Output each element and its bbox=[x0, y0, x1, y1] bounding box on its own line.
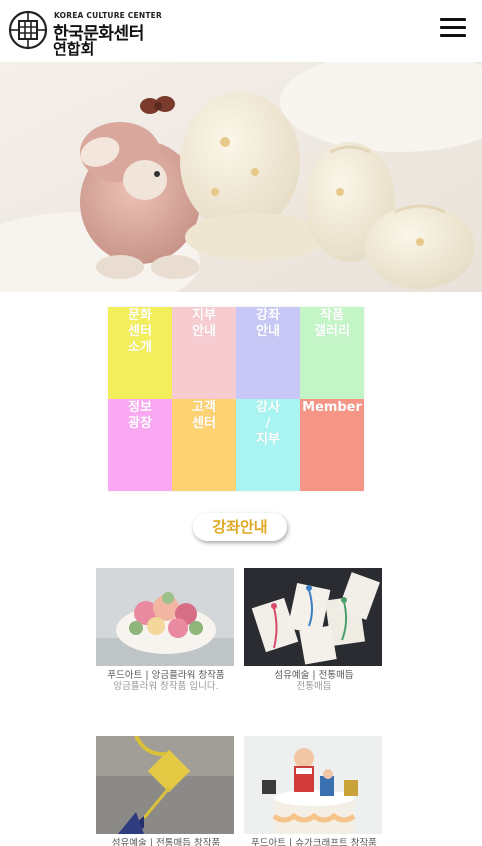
menu-tile[interactable]: 정보 광장 bbox=[108, 399, 172, 491]
knot-bookmarks-image bbox=[244, 568, 382, 666]
product-card[interactable]: 섬유예술 | 전통매듭 전통매듭 bbox=[244, 568, 384, 692]
sugarcraft-cake-image bbox=[244, 736, 382, 834]
site-logo[interactable]: KOREA CULTURE CENTER 한국문화센터 연합회 bbox=[8, 10, 168, 58]
flower-cake-image bbox=[96, 568, 234, 666]
hero-image bbox=[0, 62, 482, 292]
logo-emblem-icon bbox=[8, 10, 48, 50]
hero-banner bbox=[0, 62, 482, 292]
product-category: 푸드아트 | 슈가크래프트 창작품 bbox=[251, 838, 377, 846]
menu-tile[interactable]: 강사 / 지부 bbox=[236, 399, 300, 491]
product-category: 섬유예술 | 전통매듭 창작품 bbox=[111, 838, 221, 846]
product-category: 섬유예술 | 전통매듭 bbox=[274, 670, 354, 681]
logo-korean-line2: 연합회 bbox=[53, 40, 95, 58]
menu-line bbox=[440, 18, 466, 21]
product-card[interactable]: 푸드아트 | 슈가크래프트 창작품 bbox=[244, 736, 384, 846]
product-description: 앙금플라워 창작품 입니다. bbox=[113, 681, 219, 692]
menu-tile[interactable]: Member bbox=[300, 399, 364, 491]
hamburger-menu-icon[interactable] bbox=[440, 17, 466, 39]
menu-tile[interactable]: 지부 안내 bbox=[172, 307, 236, 399]
menu-tile[interactable]: 문화 센터 소개 bbox=[108, 307, 172, 399]
page: KOREA CULTURE CENTER 한국문화센터 연합회 문화 센터 소개… bbox=[0, 0, 482, 846]
product-card[interactable]: 푸드아트 | 앙금플라워 창작품 앙금플라워 창작품 입니다. bbox=[96, 568, 236, 692]
menu-tile[interactable]: 작품 갤러리 bbox=[300, 307, 364, 399]
menu-line bbox=[440, 34, 466, 37]
product-category: 푸드아트 | 앙금플라워 창작품 bbox=[107, 670, 225, 681]
menu-tile[interactable]: 고객 센터 bbox=[172, 399, 236, 491]
product-card[interactable]: 섬유예술 | 전통매듭 창작품 bbox=[96, 736, 236, 846]
site-header: KOREA CULTURE CENTER 한국문화센터 연합회 bbox=[0, 0, 482, 63]
category-menu-grid: 문화 센터 소개 지부 안내 강좌 안내 작품 갤러리정보 광장 고객 센터 강사 / 지… bbox=[108, 307, 364, 491]
section-title-button[interactable]: 강좌안내 bbox=[193, 513, 287, 541]
knot-tassel-image bbox=[96, 736, 234, 834]
product-description: 전통매듭 bbox=[296, 681, 332, 692]
menu-line bbox=[440, 26, 466, 29]
menu-tile[interactable]: 강좌 안내 bbox=[236, 307, 300, 399]
